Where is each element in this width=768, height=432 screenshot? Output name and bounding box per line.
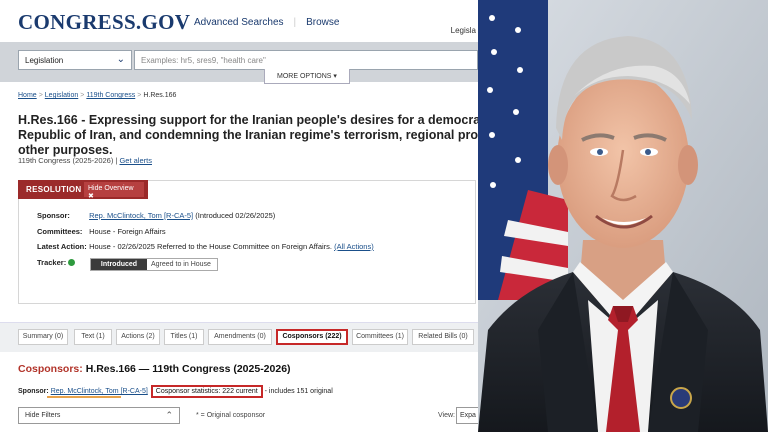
site-header: CONGRESS.GOV Advanced Searches | Browse Le… (0, 0, 478, 42)
committees-value: House - Foreign Affairs (89, 227, 166, 236)
account-link[interactable]: Legisla (451, 26, 476, 35)
resolution-label: RESOLUTION (26, 185, 82, 194)
sponsor-date: (Introduced 02/26/2025) (195, 211, 276, 220)
get-alerts-link[interactable]: Get alerts (119, 156, 152, 165)
bill-subtitle: 119th Congress (2025-2026) | Get alerts (18, 156, 152, 165)
congress-session: 119th Congress (2025-2026) (18, 156, 114, 165)
committees-row: Committees: House - Foreign Affairs (37, 227, 166, 236)
status-tracker: Introduced Agreed to in House (90, 258, 218, 271)
latest-action-key: Latest Action: (37, 242, 87, 251)
tab-text[interactable]: Text (1) (74, 329, 112, 345)
congress-page: CONGRESS.GOV Advanced Searches | Browse Le… (0, 0, 478, 432)
sponsor-key: Sponsor: (37, 211, 70, 220)
tab-cosponsors[interactable]: Cosponsors (222) (276, 329, 348, 345)
cosponsor-statistics[interactable]: Cosponsor statistics: 222 current (150, 385, 263, 398)
cosponsors-heading-label: Cosponsors: (18, 363, 83, 375)
tracker-step-agreed: Agreed to in House (151, 261, 211, 268)
breadcrumb-sep: > (137, 92, 142, 99)
tab-actions[interactable]: Actions (2) (116, 329, 160, 345)
all-actions-link[interactable]: (All Actions) (334, 242, 374, 251)
committees-key: Committees: (37, 227, 83, 236)
tab-summary[interactable]: Summary (0) (18, 329, 68, 345)
tracker-row: Tracker: (37, 258, 76, 267)
page-title: H.Res.166 - Expressing support for the I… (18, 113, 478, 158)
info-icon[interactable] (68, 259, 76, 266)
sponsor-link[interactable]: Rep. McClintock, Tom [R-CA-5] (89, 211, 193, 220)
view-select[interactable]: Expa (456, 407, 478, 424)
breadcrumb-home[interactable]: Home (18, 92, 37, 99)
cosponsor-original-count: - includes 151 original (264, 388, 333, 395)
cosponsors-heading-bill: H.Res.166 — 119th Congress (2025-2026) (85, 363, 291, 375)
breadcrumb-sep: > (38, 92, 43, 99)
chevron-up-icon: ⌃ (165, 410, 173, 420)
nav-advanced-searches[interactable]: Advanced Searches (194, 17, 284, 28)
sponsor-row: Sponsor: Rep. McClintock, Tom [R-CA-5] (… (37, 211, 275, 220)
tab-amendments[interactable]: Amendments (0) (208, 329, 272, 345)
chevron-down-icon: ⌄ (116, 54, 125, 65)
cosponsor-sponsor-link[interactable]: Rep. McClintock, Tom [R-CA-5] (51, 388, 148, 395)
search-scope-select[interactable]: Legislation ⌄ (18, 50, 132, 70)
top-nav: Advanced Searches | Browse (194, 17, 349, 28)
latest-action-value: House - 02/26/2025 Referred to the House… (89, 242, 333, 251)
tracker-step-introduced: Introduced (91, 259, 147, 270)
tab-related-bills[interactable]: Related Bills (0) (412, 329, 474, 345)
hide-filters-button[interactable]: Hide Filters ⌃ (18, 407, 180, 424)
resolution-header: RESOLUTION Hide Overview ✖ (18, 180, 148, 200)
tab-titles[interactable]: Titles (1) (164, 329, 204, 345)
view-label: View: (438, 412, 455, 419)
cosponsor-sponsor-key: Sponsor: (18, 388, 49, 395)
cosponsors-heading: Cosponsors: H.Res.166 — 119th Congress (… (18, 363, 291, 375)
search-input[interactable]: Examples: hr5, sres9, "health care" (134, 50, 478, 70)
site-logo[interactable]: CONGRESS.GOV (18, 10, 190, 35)
sponsor-underline-mark (47, 396, 121, 398)
tracker-key: Tracker: (37, 258, 67, 267)
breadcrumb-congress[interactable]: 119th Congress (86, 92, 135, 99)
portrait-photo (478, 0, 768, 432)
tab-committees[interactable]: Committees (1) (352, 329, 408, 345)
nav-separator: | (293, 17, 297, 28)
original-cosponsor-note: * = Original cosponsor (196, 412, 266, 419)
nav-browse[interactable]: Browse (306, 17, 339, 28)
breadcrumb: Home > Legislation >119th Congress > H.Res.16… (18, 92, 176, 99)
breadcrumb-current: H.Res.166 (143, 92, 177, 99)
search-scope-value: Legislation (25, 56, 64, 65)
more-options-button[interactable]: MORE OPTIONS ▾ (264, 69, 350, 84)
hide-filters-label: Hide Filters (25, 412, 61, 419)
latest-action-row: Latest Action: House - 02/26/2025 Referr… (37, 242, 374, 251)
hide-overview-button[interactable]: Hide Overview ✖ (84, 182, 144, 200)
breadcrumb-sep: > (80, 92, 85, 99)
portrait-illustration (478, 0, 768, 432)
title-line-1: H.Res.166 - Expressing support for the I… (18, 113, 478, 127)
breadcrumb-legislation[interactable]: Legislation (45, 92, 78, 99)
title-line-2: Republic of Iran, and condemning the Ira… (18, 128, 478, 142)
